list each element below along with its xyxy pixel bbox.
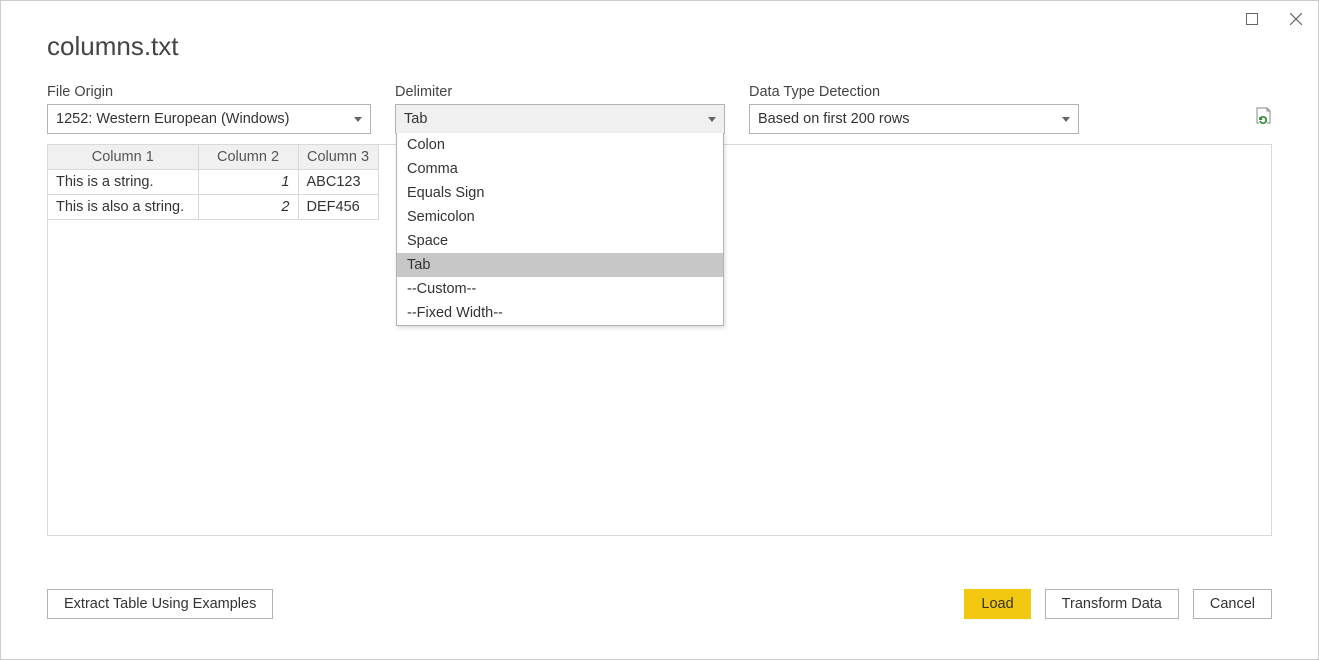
delimiter-option-equals[interactable]: Equals Sign [397,181,723,205]
file-origin-select[interactable]: 1252: Western European (Windows) [47,104,371,134]
chevron-down-icon [1062,117,1070,122]
table-cell: DEF456 [298,195,378,220]
delimiter-option-space[interactable]: Space [397,229,723,253]
preview-table: Column 1 Column 2 Column 3 This is a str… [48,145,379,220]
chevron-down-icon [708,117,716,122]
delimiter-option-tab[interactable]: Tab [397,253,723,277]
delimiter-value: Tab [404,111,427,127]
detection-label: Data Type Detection [749,84,1079,100]
table-header: Column 2 [198,145,298,170]
table-row: This is a string. 1 ABC123 [48,170,378,195]
delimiter-option-comma[interactable]: Comma [397,157,723,181]
cancel-button[interactable]: Cancel [1193,589,1272,619]
table-cell: 2 [198,195,298,220]
delimiter-option-custom[interactable]: --Custom-- [397,277,723,301]
dialog-title: columns.txt [47,31,1272,62]
table-cell: This is also a string. [48,195,198,220]
detection-select[interactable]: Based on first 200 rows [749,104,1079,134]
detection-value: Based on first 200 rows [758,111,910,127]
refresh-preview-icon[interactable] [1254,107,1272,130]
extract-table-button[interactable]: Extract Table Using Examples [47,589,273,619]
table-header: Column 3 [298,145,378,170]
delimiter-option-colon[interactable]: Colon [397,133,723,157]
file-origin-value: 1252: Western European (Windows) [56,111,289,127]
file-origin-label: File Origin [47,84,371,100]
transform-data-button[interactable]: Transform Data [1045,589,1179,619]
table-header-row: Column 1 Column 2 Column 3 [48,145,378,170]
table-cell: ABC123 [298,170,378,195]
chevron-down-icon [354,117,362,122]
delimiter-option-semicolon[interactable]: Semicolon [397,205,723,229]
delimiter-select[interactable]: Tab Colon Comma Equals Sign Semicolon Sp… [395,104,725,134]
delimiter-label: Delimiter [395,84,725,100]
table-header: Column 1 [48,145,198,170]
table-cell: This is a string. [48,170,198,195]
delimiter-option-fixedwidth[interactable]: --Fixed Width-- [397,301,723,325]
load-button[interactable]: Load [964,589,1030,619]
table-row: This is also a string. 2 DEF456 [48,195,378,220]
close-button[interactable] [1288,11,1304,27]
table-cell: 1 [198,170,298,195]
delimiter-dropdown: Colon Comma Equals Sign Semicolon Space … [396,133,724,326]
maximize-restore-button[interactable] [1244,11,1260,27]
